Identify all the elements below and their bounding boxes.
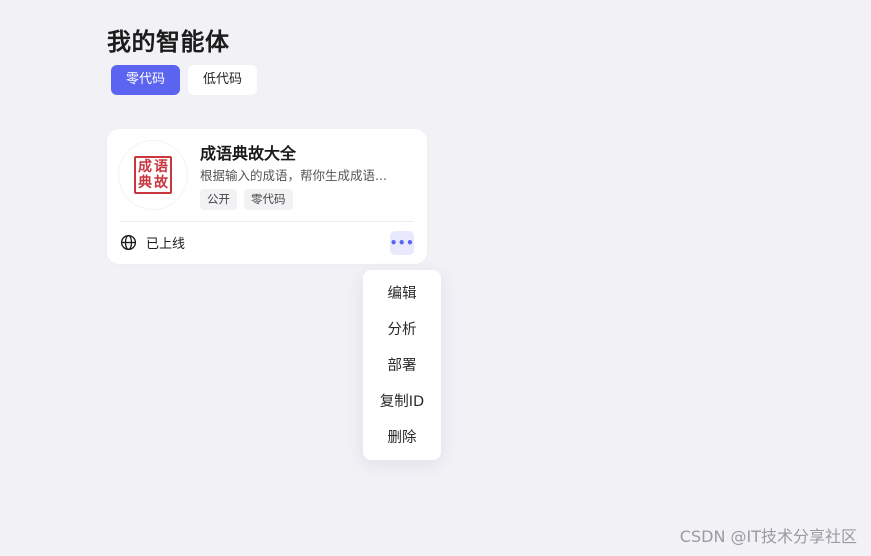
card-divider <box>120 221 414 222</box>
agent-title: 成语典故大全 <box>200 144 297 163</box>
tab-zero-code[interactable]: 零代码 <box>111 65 181 95</box>
agent-description: 根据输入的成语，帮你生成成语... <box>200 168 387 183</box>
seal-char: 典 <box>138 175 152 191</box>
page-title: 我的智能体 <box>107 28 230 56</box>
agent-card[interactable]: 成 语 典 故 成语典故大全 根据输入的成语，帮你生成成语... 公开 零代码 … <box>107 129 427 264</box>
status-indicator: 已上线 <box>120 233 185 252</box>
menu-item-copy-id[interactable]: 复制ID <box>363 384 441 420</box>
agent-avatar: 成 语 典 故 <box>119 141 187 209</box>
more-dots-icon: ••• <box>389 236 415 250</box>
status-label: 已上线 <box>146 237 186 252</box>
seal-char: 语 <box>154 159 168 175</box>
tab-low-code[interactable]: 低代码 <box>188 65 258 95</box>
menu-item-delete[interactable]: 删除 <box>363 420 441 456</box>
agent-tags: 公开 零代码 <box>200 189 293 210</box>
menu-item-deploy[interactable]: 部署 <box>363 348 441 384</box>
tag-zero-code: 零代码 <box>244 189 293 210</box>
tag-public: 公开 <box>200 189 237 210</box>
watermark: CSDN @IT技术分享社区 <box>679 527 857 546</box>
tab-bar: 零代码 低代码 <box>111 65 258 95</box>
seal-logo-icon: 成 语 典 故 <box>134 156 172 194</box>
menu-item-edit[interactable]: 编辑 <box>363 276 441 312</box>
more-options-button[interactable]: ••• <box>390 231 414 255</box>
menu-item-analyze[interactable]: 分析 <box>363 312 441 348</box>
globe-icon <box>120 234 137 251</box>
card-context-menu: 编辑 分析 部署 复制ID 删除 <box>363 270 441 460</box>
seal-char: 故 <box>154 175 168 191</box>
seal-char: 成 <box>138 159 152 175</box>
